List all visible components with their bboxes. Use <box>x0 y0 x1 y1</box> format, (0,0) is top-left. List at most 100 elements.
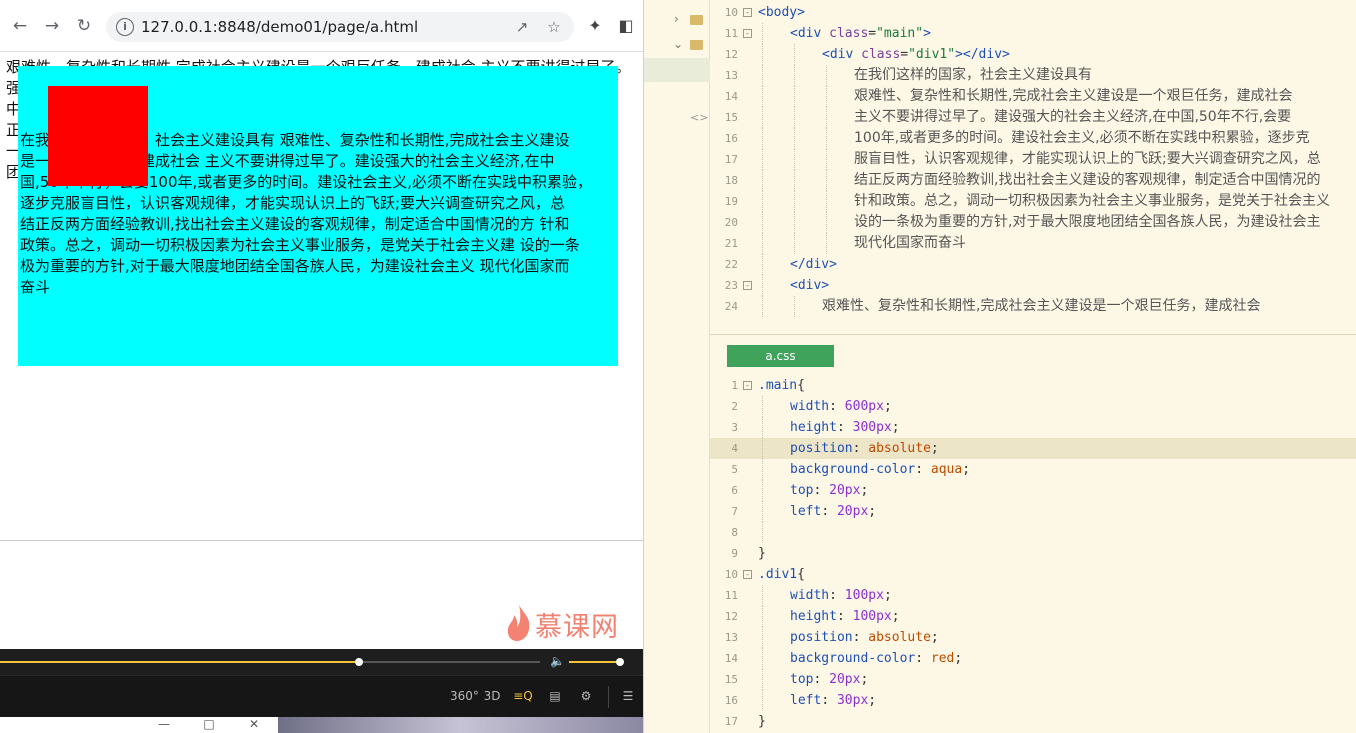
vr-360-icon[interactable]: 360° <box>450 686 479 706</box>
code-token: absolute <box>868 630 931 645</box>
code-line[interactable]: 22 </div> <box>710 254 1356 275</box>
browser-toolbar: ← → ↻ i 127.0.0.1:8848/demo01/page/a.htm… <box>0 0 643 52</box>
close-icon[interactable]: ✕ <box>244 717 264 733</box>
code-token: : <box>852 630 869 645</box>
forward-arrow-icon[interactable]: → <box>40 14 64 38</box>
code-line[interactable]: 19 针和政策。总之，调动一切积极因素为社会主义事业服务，是党关于社会主义 <box>710 191 1356 212</box>
code-file-icon[interactable]: <> <box>690 111 708 124</box>
url-text[interactable]: 127.0.0.1:8848/demo01/page/a.html <box>141 18 418 36</box>
code-line[interactable]: 11 width: 100px; <box>710 585 1356 606</box>
code-token: ; <box>930 630 939 645</box>
code-line[interactable]: 7 left: 20px; <box>710 501 1356 522</box>
code-line[interactable]: 14 艰难性、复杂性和长期性,完成社会主义建设是一个艰巨任务，建成社会 <box>710 86 1356 107</box>
code-line[interactable]: 13 在我们这样的国家，社会主义建设具有 <box>710 65 1356 86</box>
line-number: 12 <box>724 610 738 623</box>
html-editor-pane[interactable]: 10- <body> 11- <div class="main"> 12 <div cla… <box>710 0 1356 333</box>
code-line[interactable]: 14 background-color: red; <box>710 648 1356 669</box>
address-bar[interactable]: i 127.0.0.1:8848/demo01/page/a.html ↗ ☆ <box>106 12 574 42</box>
code-line[interactable]: 4 position: absolute; <box>710 438 1356 459</box>
maximize-icon[interactable]: □ <box>199 717 219 733</box>
code-line[interactable]: 24 艰难性、复杂性和长期性,完成社会主义建设是一个艰巨任务，建成社会 <box>710 296 1356 317</box>
watermark-text: 慕课网 <box>535 612 619 643</box>
code-line[interactable]: 12 <div class="div1"></div> <box>710 44 1356 65</box>
tree-selected-row[interactable] <box>644 58 710 82</box>
code-line[interactable]: 17 服盲目性，认识客观规律，才能实现认识上的飞跃;要大兴调查研究之风，总 <box>710 149 1356 170</box>
line-number: 14 <box>724 652 738 665</box>
main-text-line: 政策。总之，调动一切积极因素为社会主义事业服务，是党关于社会主义建 设的一条 <box>20 236 580 254</box>
progress-handle[interactable] <box>355 658 364 666</box>
menu-icon[interactable]: ☰ <box>618 686 638 706</box>
code-line[interactable]: 20 设的一条极为重要的方针,对于最大限度地团结全国各族人民，为建设社会主 <box>710 212 1356 233</box>
code-line[interactable]: 12 height: 100px; <box>710 606 1356 627</box>
volume-handle[interactable] <box>616 658 625 666</box>
code-line[interactable]: 15 top: 20px; <box>710 669 1356 690</box>
code-line[interactable]: 5 background-color: aqua; <box>710 459 1356 480</box>
notes-icon[interactable]: ▤ <box>545 686 565 706</box>
code-token: ; <box>962 462 971 477</box>
code-line[interactable]: 13 position: absolute; <box>710 627 1356 648</box>
line-number: 20 <box>724 216 738 229</box>
indent-guide <box>762 480 763 501</box>
fold-toggle-icon[interactable]: - <box>743 381 752 390</box>
line-number: 6 <box>731 484 738 497</box>
extensions-puzzle-icon[interactable]: ✦ <box>583 14 607 38</box>
browser-window: ← → ↻ i 127.0.0.1:8848/demo01/page/a.htm… <box>0 0 643 541</box>
code-line[interactable]: 9} <box>710 543 1356 564</box>
minimize-icon[interactable]: — <box>154 717 174 733</box>
chevron-down-icon[interactable]: ⌄ <box>673 37 683 51</box>
folder-icon[interactable] <box>690 15 703 25</box>
code-line[interactable]: 1- .main{ <box>710 375 1356 396</box>
line-number: 16 <box>724 132 738 145</box>
back-arrow-icon[interactable]: ← <box>8 14 32 38</box>
code-line[interactable]: 3 height: 300px; <box>710 417 1356 438</box>
volume-icon[interactable]: 🔈 <box>550 653 566 669</box>
code-token: : <box>829 588 845 603</box>
fold-toggle-icon[interactable]: - <box>743 570 752 579</box>
folder-open-icon[interactable] <box>690 40 703 50</box>
site-info-icon[interactable]: i <box>116 18 134 36</box>
settings-gear-icon[interactable]: ⚙ <box>576 686 596 706</box>
indent-guide <box>762 44 763 65</box>
search-subtitle-icon[interactable]: ≡Q <box>512 686 534 706</box>
share-icon[interactable]: ↗ <box>512 17 532 37</box>
line-number: 23 <box>724 279 738 292</box>
3d-icon[interactable]: 3D <box>482 686 502 706</box>
line-number: 15 <box>724 673 738 686</box>
code-token: aqua <box>930 462 963 477</box>
code-token: "div1" <box>908 47 956 62</box>
css-code-area[interactable]: 1- .main{2 width: 600px; 3 height: 300px; 4 po… <box>710 373 1356 733</box>
main-text-line: 结正反两方面经验教训,找出社会主义建设的客观规律，制定适合中国情况的方 针和 <box>20 215 570 233</box>
indent-guide <box>762 438 763 459</box>
side-panel-icon[interactable]: ◧ <box>614 14 638 38</box>
code-text: 在我们这样的国家，社会主义建设具有 <box>854 65 1092 86</box>
fold-toggle-icon[interactable]: - <box>743 8 752 17</box>
chevron-right-icon[interactable]: › <box>674 12 679 26</box>
indent-guide <box>794 44 795 65</box>
fold-toggle-icon[interactable]: - <box>743 29 752 38</box>
code-line[interactable]: 10- <body> <box>710 2 1356 23</box>
progress-bar[interactable] <box>0 658 540 666</box>
code-line[interactable]: 2 width: 600px; <box>710 396 1356 417</box>
tab-a-css[interactable]: a.css <box>727 345 834 367</box>
code-line[interactable]: 23- <div> <box>710 275 1356 296</box>
code-line[interactable]: 8 <box>710 522 1356 543</box>
fold-toggle-icon[interactable]: - <box>743 281 752 290</box>
bookmark-star-icon[interactable]: ☆ <box>544 17 564 37</box>
reload-icon[interactable]: ↻ <box>72 14 96 38</box>
indent-guide <box>762 459 763 480</box>
code-token: > <box>923 26 931 41</box>
code-line[interactable]: 16 left: 30px; <box>710 690 1356 711</box>
code-line[interactable]: 10- .div1{ <box>710 564 1356 585</box>
volume-slider[interactable] <box>569 658 625 666</box>
code-line[interactable]: 16 100年,或者更多的时间。建设社会主义,必须不断在实践中积累验，逐步克 <box>710 128 1356 149</box>
line-number: 12 <box>724 48 738 61</box>
code-line[interactable]: 17} <box>710 711 1356 732</box>
code-line[interactable]: 6 top: 20px; <box>710 480 1356 501</box>
code-line[interactable]: 21 现代化国家而奋斗 <box>710 233 1356 254</box>
code-line[interactable]: 11- <div class="main"> <box>710 23 1356 44</box>
code-line[interactable]: 18 结正反两方面经验教训,找出社会主义建设的客观规律，制定适合中国情况的 <box>710 170 1356 191</box>
code-token: width <box>790 588 830 603</box>
code-line[interactable]: 15 主义不要讲得过早了。建设强大的社会主义经济,在中国,50年不行,会要 <box>710 107 1356 128</box>
code-token: ; <box>860 483 869 498</box>
code-token: ; <box>860 672 869 687</box>
